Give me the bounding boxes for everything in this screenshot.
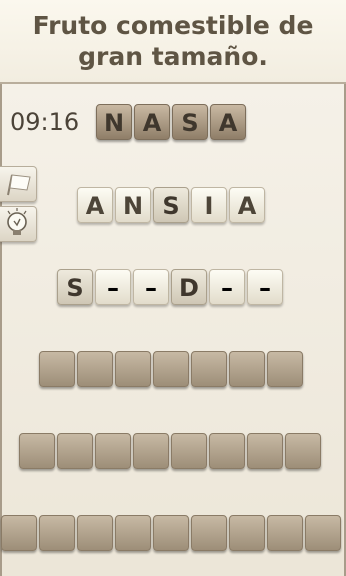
empty-tile[interactable] <box>285 433 321 469</box>
empty-tile[interactable] <box>191 515 227 551</box>
empty-tile[interactable] <box>39 351 75 387</box>
pattern-tile[interactable]: – <box>133 269 169 305</box>
clue-text: Fruto comestible de gran tamaño. <box>32 11 314 71</box>
game-board <box>2 84 344 576</box>
empty-tile[interactable] <box>19 433 55 469</box>
empty-tile[interactable] <box>153 351 189 387</box>
source-tile[interactable]: A <box>134 104 170 140</box>
empty-tile[interactable] <box>305 515 341 551</box>
anagram-tile[interactable]: N <box>115 187 151 223</box>
lightbulb-icon <box>7 208 27 235</box>
empty-tile[interactable] <box>153 515 189 551</box>
empty-tile[interactable] <box>95 433 131 469</box>
anagram-tile[interactable]: A <box>229 187 265 223</box>
clue-banner: Fruto comestible de gran tamaño. <box>0 0 346 84</box>
anagram-tile[interactable]: I <box>191 187 227 223</box>
source-tile[interactable]: S <box>172 104 208 140</box>
timer: 09:16 <box>10 108 80 136</box>
pattern-tile[interactable]: – <box>209 269 245 305</box>
empty-tile[interactable] <box>247 433 283 469</box>
anagram-tile[interactable]: S <box>153 187 189 223</box>
empty-tile[interactable] <box>191 351 227 387</box>
anagram-tile[interactable]: A <box>77 187 113 223</box>
source-tile[interactable]: A <box>210 104 246 140</box>
empty-tile[interactable] <box>267 351 303 387</box>
empty-tile[interactable] <box>115 351 151 387</box>
pattern-tile[interactable]: D <box>171 269 207 305</box>
empty-tile[interactable] <box>115 515 151 551</box>
empty-tile[interactable] <box>171 433 207 469</box>
flag-icon <box>7 174 31 196</box>
empty-tile[interactable] <box>1 515 37 551</box>
pattern-tile[interactable]: S <box>57 269 93 305</box>
hint-button[interactable] <box>0 206 37 242</box>
pattern-tile[interactable]: – <box>95 269 131 305</box>
empty-tile[interactable] <box>229 515 265 551</box>
empty-tile[interactable] <box>77 351 113 387</box>
empty-tile[interactable] <box>77 515 113 551</box>
empty-tile[interactable] <box>267 515 303 551</box>
source-tile[interactable]: N <box>96 104 132 140</box>
empty-tile[interactable] <box>209 433 245 469</box>
pattern-tile[interactable]: – <box>247 269 283 305</box>
empty-tile[interactable] <box>229 351 265 387</box>
empty-tile[interactable] <box>39 515 75 551</box>
empty-tile[interactable] <box>133 433 169 469</box>
flag-button[interactable] <box>0 166 37 202</box>
empty-tile[interactable] <box>57 433 93 469</box>
